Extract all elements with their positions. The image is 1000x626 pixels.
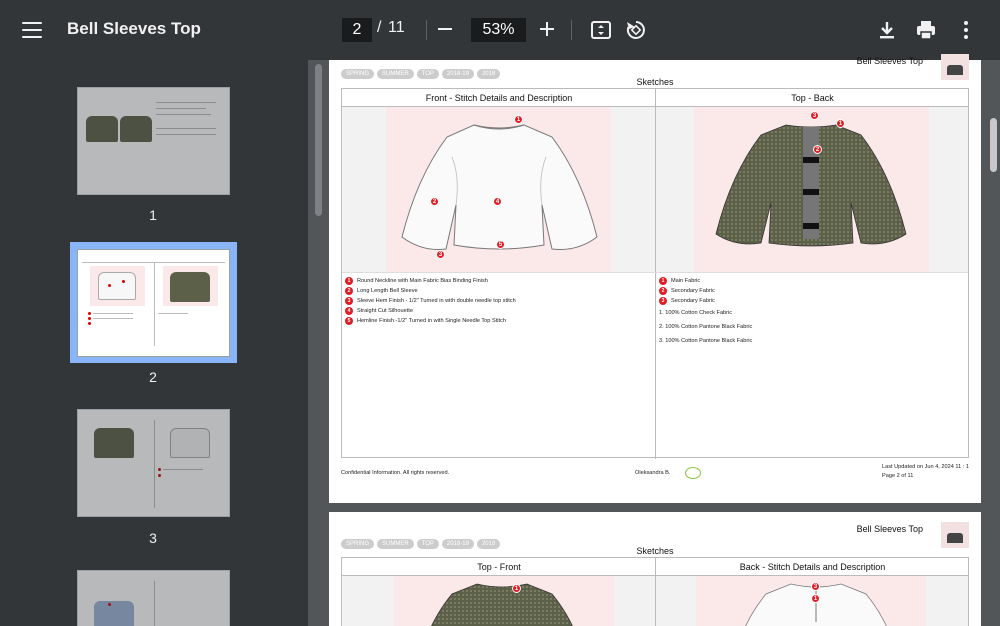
callout-marker: 3	[436, 250, 445, 259]
signature-logo	[685, 467, 701, 479]
page-thumbnail[interactable]	[77, 409, 230, 517]
front-sketch-area: 1	[342, 576, 655, 626]
section-title: Sketches	[636, 546, 674, 556]
stitch-note: 3 Sleeve Hem Finish - 1/2" Turned in with…	[345, 297, 516, 305]
back-sketch-area: 3 1	[656, 576, 968, 626]
zoom-out-button[interactable]	[438, 28, 452, 30]
document-page: Bell Sleeves Top SPRING SUMMER TOP 2018-…	[329, 512, 981, 626]
fabric-note: 2 Secondary Fabric	[659, 287, 715, 295]
fit-page-icon[interactable]	[589, 18, 613, 42]
fabric-note: 3 Secondary Fabric	[659, 297, 715, 305]
thumbnail-number: 3	[149, 530, 157, 546]
menu-icon[interactable]	[20, 18, 44, 42]
page-header-title: Bell Sleeves Top	[856, 524, 923, 534]
thumbnail-number: 2	[149, 369, 157, 385]
fabric-composition: 1. 100% Cotton Check Fabric	[659, 310, 733, 316]
thumbnail-sidebar: 1 2 3	[0, 60, 308, 626]
left-column-heading: Front - Stitch Details and Description	[425, 93, 573, 103]
sidebar-scrollbar[interactable]	[315, 64, 322, 216]
footer-updated: Last Updated on Jun 4, 2024 11 : 1	[882, 464, 969, 470]
brand-logo	[941, 522, 969, 548]
stitch-note: 5 Hemline Finish -1/2" Turned in with Sin…	[345, 317, 506, 325]
callout-marker: 3	[810, 111, 819, 120]
page-total: 11	[388, 19, 405, 36]
print-icon[interactable]	[914, 18, 938, 42]
toolbar-divider	[426, 20, 427, 40]
more-vert-icon[interactable]	[954, 18, 978, 42]
sketch-table: Top - Front Back - Stitch Details and De…	[341, 557, 969, 626]
stitch-note: 4 Straight Cut Silhouette	[345, 307, 413, 315]
download-icon[interactable]	[875, 18, 899, 42]
callout-marker: 1	[811, 594, 820, 603]
page-header-title: Bell Sleeves Top	[856, 56, 923, 66]
stitch-note: 1 Round Neckline with Main Fabric Bias Bi…	[345, 277, 488, 285]
zoom-in-button[interactable]	[540, 21, 554, 37]
callout-marker: 4	[493, 197, 502, 206]
stitch-note: 2 Long Length Bell Sleeve	[345, 287, 418, 295]
zoom-level-input[interactable]: 53%	[471, 18, 526, 42]
toolbar-divider	[571, 20, 572, 40]
page-thumbnail[interactable]	[77, 570, 230, 626]
page-thumbnail-selected[interactable]	[77, 249, 230, 357]
right-column-heading: Top - Back	[655, 89, 969, 107]
footer-author: Oleksandra B.	[635, 470, 671, 476]
image-notes-divider	[342, 272, 968, 273]
right-column-heading: Back - Stitch Details and Description	[655, 558, 969, 576]
callout-marker: 1	[512, 584, 521, 593]
callout-marker: 2	[430, 197, 439, 206]
document-page: Bell Sleeves Top SPRING SUMMER TOP 2018-…	[329, 54, 981, 503]
footer-meta: Last Updated on Jun 4, 2024 11 : 1 Page …	[882, 463, 969, 481]
fabric-composition: 3. 100% Cotton Pantone Black Fabric	[659, 338, 753, 344]
page-thumbnail[interactable]	[77, 87, 230, 195]
callout-marker: 5	[496, 240, 505, 249]
pdf-toolbar: Bell Sleeves Top 2 / 11 53%	[0, 0, 1000, 60]
viewer-scrollbar[interactable]	[990, 118, 997, 172]
callout-marker: 1	[836, 119, 845, 128]
front-sketch-image	[431, 583, 573, 626]
callout-marker: 3	[811, 582, 820, 591]
fabric-note: 1 Main Fabric	[659, 277, 700, 285]
footer-page-number: Page 2 of 11	[882, 473, 914, 479]
rotate-icon[interactable]	[624, 18, 648, 42]
back-sketch-image	[715, 124, 907, 247]
page-separator: /	[377, 19, 382, 36]
footer-confidential: Confidential Information. All rights res…	[341, 470, 450, 476]
document-title: Bell Sleeves Top	[67, 19, 201, 38]
left-column-heading: Top - Front	[477, 562, 521, 572]
section-title: Sketches	[636, 77, 674, 87]
thumbnail-number: 1	[149, 207, 157, 223]
fabric-composition: 2. 100% Cotton Pantone Black Fabric	[659, 324, 753, 330]
callout-marker: 1	[514, 115, 523, 124]
sketch-table: Front - Stitch Details and Description T…	[341, 88, 969, 459]
front-sketch-area: 1 2 3 4 5	[342, 107, 655, 272]
back-sketch-area: 3 1 2	[656, 107, 968, 272]
page-number-input[interactable]: 2	[342, 18, 372, 42]
callout-marker: 2	[813, 145, 822, 154]
